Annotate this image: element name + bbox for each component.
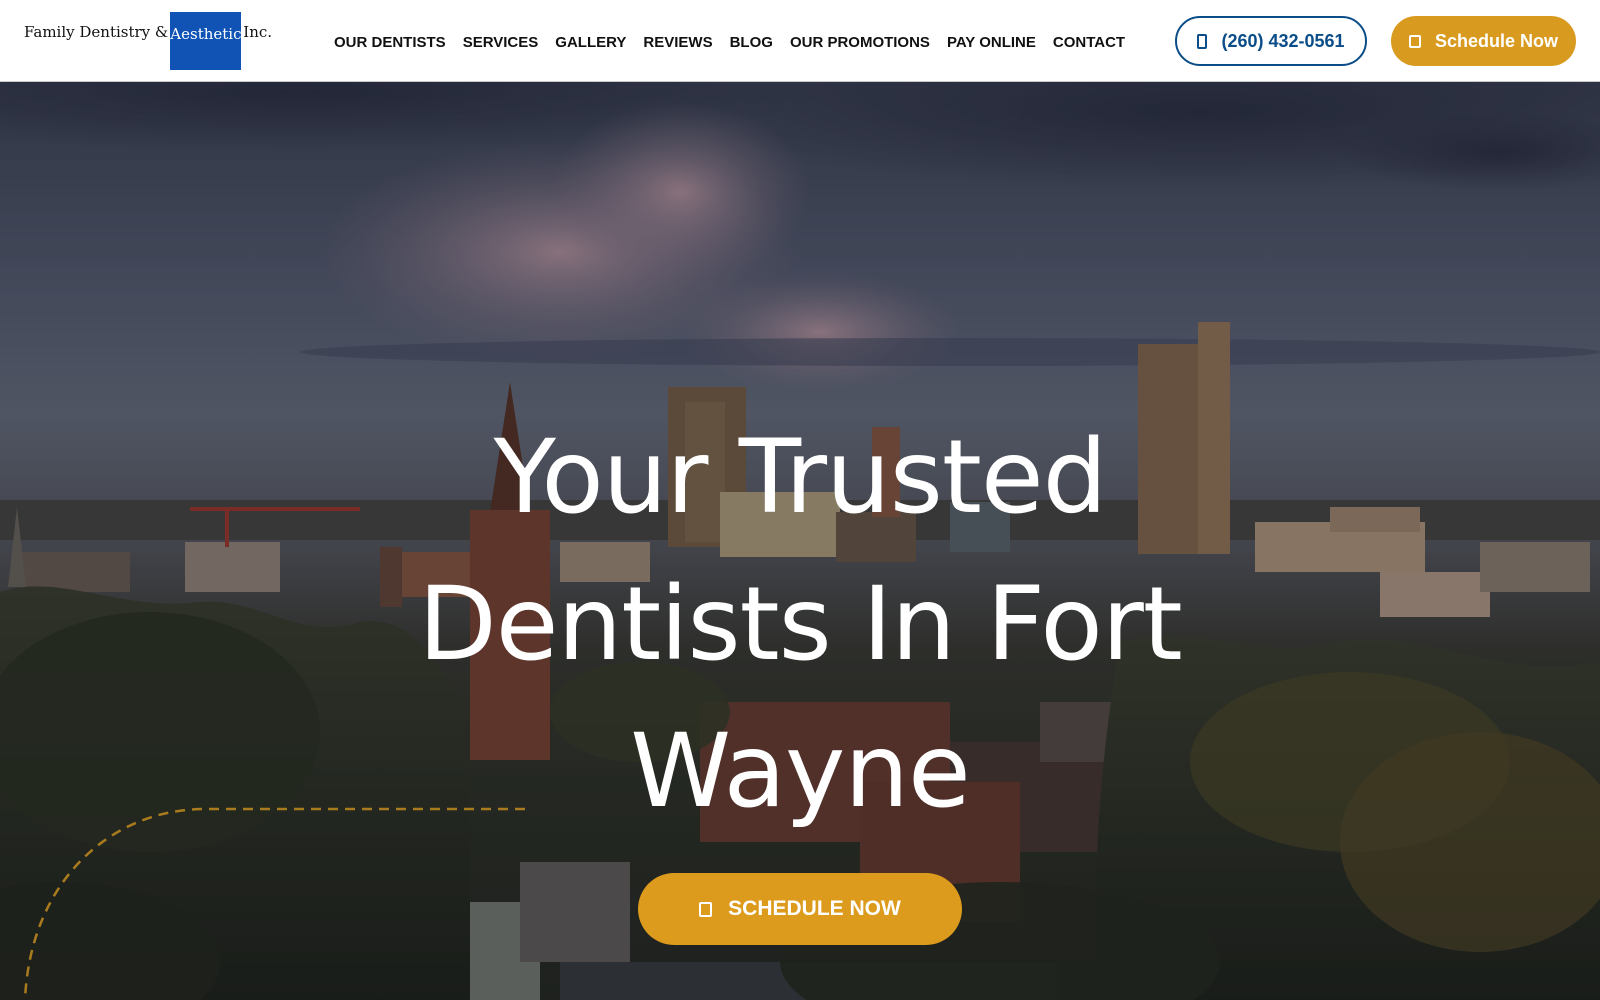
schedule-now-button-label: Schedule Now — [1434, 30, 1559, 51]
logo-text-after: Inc. — [243, 23, 273, 41]
nav-item-gallery[interactable]: GALLERY — [555, 34, 626, 51]
phone-button[interactable]: (260) 432-0561 — [1175, 16, 1367, 66]
nav-item-contact[interactable]: CONTACT — [1053, 34, 1125, 51]
logo[interactable]: Family Dentistry & Aesthetics Inc. — [24, 12, 272, 70]
site-header: Family Dentistry & Aesthetics Inc. OUR D… — [0, 0, 1600, 82]
hero-section: Your Trusted Dentists In Fort Wayne SCHE… — [0, 82, 1600, 1000]
nav-item-our-promotions[interactable]: OUR PROMOTIONS — [790, 34, 930, 51]
nav-item-reviews[interactable]: REVIEWS — [643, 34, 712, 51]
calendar-icon — [1408, 34, 1421, 48]
calendar-icon — [699, 901, 713, 917]
hero-title-line-3: Wayne — [630, 712, 971, 831]
nav-item-blog[interactable]: BLOG — [730, 34, 773, 51]
phone-button-label: (260) 432-0561 — [1221, 30, 1345, 51]
hero-title: Your Trusted Dentists In Fort Wayne — [400, 404, 1200, 845]
logo-text-highlight: Aesthetics — [170, 12, 249, 70]
nav-item-our-dentists[interactable]: OUR DENTISTS — [334, 34, 446, 51]
nav-item-pay-online[interactable]: PAY ONLINE — [947, 34, 1036, 51]
hero-schedule-now-label: SCHEDULE NOW — [728, 897, 901, 920]
nav-item-services[interactable]: SERVICES — [463, 34, 539, 51]
hero-title-line-2: Dentists In Fort — [418, 565, 1183, 684]
main-nav: OUR DENTISTS SERVICES GALLERY REVIEWS BL… — [334, 34, 1142, 51]
logo-text-before: Family Dentistry & — [24, 23, 169, 41]
schedule-now-button[interactable]: Schedule Now — [1391, 16, 1576, 66]
phone-icon — [1197, 33, 1208, 49]
hero-schedule-now-button[interactable]: SCHEDULE NOW — [638, 873, 962, 945]
hero-title-line-1: Your Trusted — [493, 418, 1108, 537]
